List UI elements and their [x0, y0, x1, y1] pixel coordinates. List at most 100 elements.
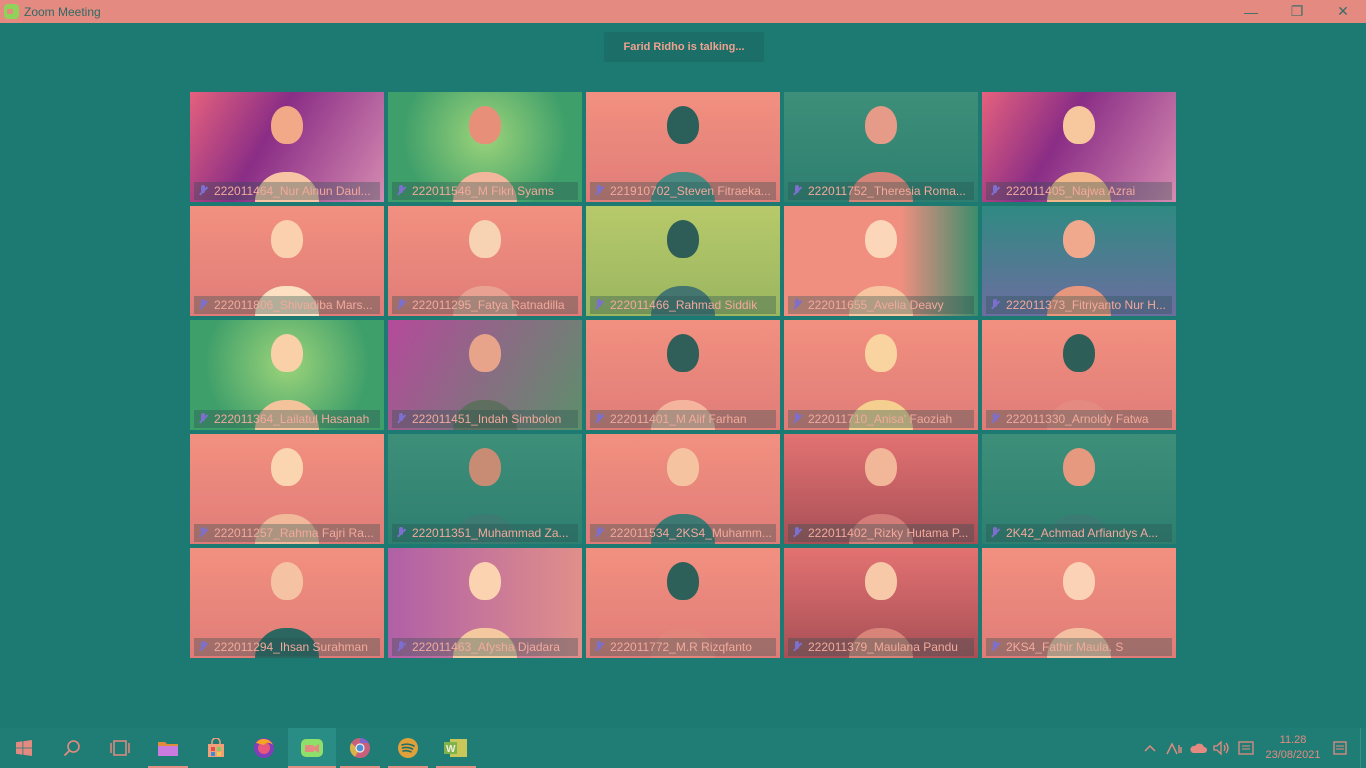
video-tile[interactable]: 222011655_Avelia Deavy [784, 206, 978, 316]
participant-label: 221910702_Steven Fitraeka... [590, 182, 776, 200]
participant-label: 222011710_Anisa' Faoziah [788, 410, 974, 428]
video-tile[interactable]: 222011464_Nur Ainun Daul... [190, 92, 384, 202]
show-desktop-button[interactable] [1360, 728, 1366, 768]
participant-name: 2K42_Achmad Arfiandys A... [1006, 526, 1159, 540]
search-button[interactable] [48, 728, 96, 768]
mic-muted-icon [198, 413, 208, 425]
video-tile[interactable]: 222011401_M Alif Farhan [586, 320, 780, 430]
mic-muted-icon [198, 185, 208, 197]
participant-label: 222011402_Rizky Hutama P... [788, 524, 974, 542]
mic-muted-icon [198, 527, 208, 539]
participant-head [1063, 220, 1095, 258]
participant-name: 222011752_Theresia Roma... [808, 184, 966, 198]
language-battery-icon[interactable] [1234, 728, 1258, 768]
participant-label: 222011401_M Alif Farhan [590, 410, 776, 428]
video-tile[interactable]: 222011351_Muhammad Za... [388, 434, 582, 544]
participant-head [865, 106, 897, 144]
participant-label: 222011752_Theresia Roma... [788, 182, 974, 200]
video-tile[interactable]: 222011373_Fitriyanto Nur H... [982, 206, 1176, 316]
participant-name: 222011257_Rahma Fajri Ra... [214, 526, 374, 540]
video-tile[interactable]: 222011466_Rahmad Siddik [586, 206, 780, 316]
participant-head [667, 334, 699, 372]
video-tile[interactable]: 222011806_Shivadiba Mars... [190, 206, 384, 316]
video-tile[interactable]: 2K42_Achmad Arfiandys A... [982, 434, 1176, 544]
participant-head [271, 220, 303, 258]
video-tile[interactable]: 222011257_Rahma Fajri Ra... [190, 434, 384, 544]
minimize-button[interactable]: — [1228, 0, 1274, 23]
mic-muted-icon [198, 641, 208, 653]
video-tile[interactable]: 222011534_2KS4_Muhamm... [586, 434, 780, 544]
participant-head [865, 562, 897, 600]
video-tile[interactable]: 222011772_M.R Rizqfanto [586, 548, 780, 658]
restore-button[interactable]: ❐ [1274, 0, 1320, 23]
zoom-taskbar-button[interactable] [288, 728, 336, 768]
folder-icon [158, 742, 178, 756]
participant-name: 222011806_Shivadiba Mars... [214, 298, 373, 312]
video-tile[interactable]: 222011405_Najwa Azrai [982, 92, 1176, 202]
close-button[interactable]: ✕ [1320, 0, 1366, 23]
video-tile[interactable]: 222011295_Fatya Ratnadilla [388, 206, 582, 316]
network-icon[interactable] [1162, 728, 1186, 768]
video-tile[interactable]: 222011752_Theresia Roma... [784, 92, 978, 202]
firefox-taskbar-button[interactable] [240, 728, 288, 768]
mic-muted-icon [198, 299, 208, 311]
video-tile[interactable]: 222011451_Indah Simbolon [388, 320, 582, 430]
video-tile[interactable]: 222011463_Afysha Djadara [388, 548, 582, 658]
task-view-button[interactable] [96, 728, 144, 768]
mic-muted-icon [396, 185, 406, 197]
clock-date: 23/08/2021 [1265, 749, 1321, 761]
video-tile[interactable]: 222011294_Ihsan Surahman [190, 548, 384, 658]
start-button[interactable] [0, 728, 48, 768]
participant-head [271, 106, 303, 144]
participant-name: 222011373_Fitriyanto Nur H... [1006, 298, 1166, 312]
mic-muted-icon [396, 413, 406, 425]
spotify-taskbar-button[interactable] [384, 728, 432, 768]
firefox-icon [254, 738, 274, 758]
mic-muted-icon [594, 527, 604, 539]
participant-label: 222011806_Shivadiba Mars... [194, 296, 380, 314]
notification-center-icon[interactable] [1328, 728, 1352, 768]
video-tile[interactable]: 2KS4_Fathir Maula. S [982, 548, 1176, 658]
volume-icon[interactable] [1210, 728, 1234, 768]
participant-name: 2KS4_Fathir Maula. S [1006, 640, 1124, 654]
mic-muted-icon [792, 641, 802, 653]
onedrive-cloud-icon[interactable] [1186, 728, 1210, 768]
participant-head [667, 220, 699, 258]
participant-label: 222011364_Lailatul Hasanah [194, 410, 380, 428]
file-explorer-taskbar-button[interactable] [144, 728, 192, 768]
participant-name: 222011546_M Fikri Syams [412, 184, 554, 198]
mic-muted-icon [990, 527, 1000, 539]
video-tile[interactable]: 222011364_Lailatul Hasanah [190, 320, 384, 430]
video-tile[interactable]: 222011402_Rizky Hutama P... [784, 434, 978, 544]
chrome-taskbar-button[interactable] [336, 728, 384, 768]
zoom-logo-icon [4, 4, 19, 19]
mic-muted-icon [990, 185, 1000, 197]
microsoft-store-taskbar-button[interactable] [192, 728, 240, 768]
participant-label: 222011463_Afysha Djadara [392, 638, 578, 656]
participant-head [271, 448, 303, 486]
participant-name: 222011466_Rahmad Siddik [610, 298, 758, 312]
mic-muted-icon [396, 641, 406, 653]
participant-label: 222011373_Fitriyanto Nur H... [986, 296, 1172, 314]
participant-head [469, 448, 501, 486]
word-taskbar-button[interactable]: W [432, 728, 480, 768]
mic-muted-icon [792, 413, 802, 425]
gallery-view: 222011464_Nur Ainun Daul... 222011546_M … [190, 92, 1176, 658]
video-tile[interactable]: 222011546_M Fikri Syams [388, 92, 582, 202]
participant-head [667, 562, 699, 600]
participant-head [667, 448, 699, 486]
mic-muted-icon [990, 641, 1000, 653]
video-tile[interactable]: 222011330_Arnoldy Fatwa [982, 320, 1176, 430]
video-tile[interactable]: 222011379_Maulana Pandu [784, 548, 978, 658]
video-tile[interactable]: 222011710_Anisa' Faoziah [784, 320, 978, 430]
taskbar-clock[interactable]: 11.28 23/08/2021 [1258, 733, 1328, 763]
participant-label: 222011464_Nur Ainun Daul... [194, 182, 380, 200]
show-hidden-icons-chevron-up-icon[interactable] [1138, 728, 1162, 768]
zoom-icon [301, 739, 323, 757]
participant-label: 222011466_Rahmad Siddik [590, 296, 776, 314]
participant-name: 221910702_Steven Fitraeka... [610, 184, 771, 198]
participant-label: 2K42_Achmad Arfiandys A... [986, 524, 1172, 542]
title-bar: Zoom Meeting — ❐ ✕ [0, 0, 1366, 23]
participant-head [1063, 106, 1095, 144]
video-tile[interactable]: 221910702_Steven Fitraeka... [586, 92, 780, 202]
